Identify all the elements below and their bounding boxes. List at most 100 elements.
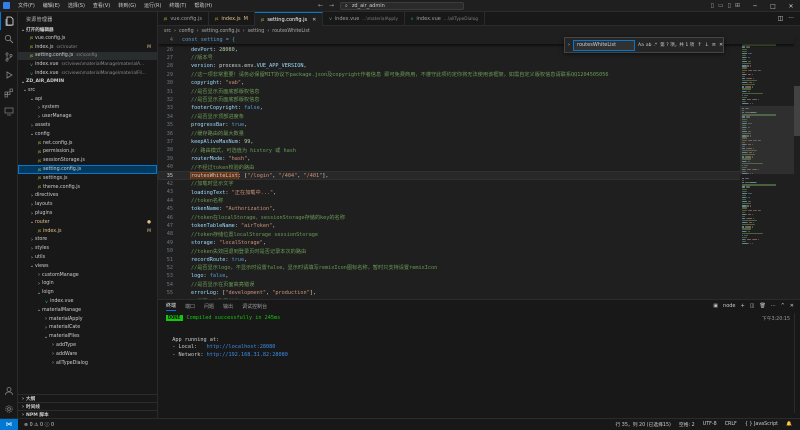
menu-item[interactable]: 帮助(H) (194, 2, 212, 9)
settings-gear-icon[interactable] (0, 400, 18, 418)
split-terminal-icon[interactable]: ◫ (750, 303, 755, 309)
tree-item[interactable]: › addType (18, 341, 157, 350)
maximize-icon[interactable]: □ (764, 0, 782, 12)
tree-item[interactable]: ⌄ materialFiles (18, 332, 157, 341)
tree-item[interactable]: › directives (18, 192, 157, 201)
code-line[interactable]: 44 //token名称 (158, 197, 794, 205)
tree-item[interactable]: JS settings.js (18, 174, 157, 183)
code-line[interactable]: 33 footerCopyright: false, (158, 104, 794, 112)
customize-layout-icon[interactable]: ⊞ (735, 2, 740, 9)
tree-item[interactable]: ⌄ loign (18, 288, 157, 297)
tree-item[interactable]: › materialCate (18, 324, 157, 333)
tree-item[interactable]: ⌄ router ● (18, 218, 157, 227)
toggle-panel-icon[interactable]: ▭ (718, 2, 724, 9)
tree-item[interactable]: › layouts (18, 200, 157, 209)
panel-tab[interactable]: 问题 (204, 303, 214, 310)
tree-item[interactable]: JS permission.js (18, 148, 157, 157)
editor-tab[interactable]: Vindex.vue ...\materialApply (323, 12, 405, 26)
find-option-toggle[interactable]: .* (653, 43, 657, 48)
tree-item[interactable]: › materialApply (18, 315, 157, 324)
editor-scrollbar[interactable] (794, 86, 800, 136)
editor-tab[interactable]: Vindex.vue ...\allTypeDialog (405, 12, 485, 26)
indentation[interactable]: 空格: 2 (679, 421, 695, 428)
code-line[interactable]: 35 routesWhiteList: ["/login", "/404", "/… (158, 171, 794, 180)
collapsed-section-header[interactable]: › NPM 脚本 (18, 410, 157, 418)
code-line[interactable]: 28 version: process.env.VUE_APP_VERSION, (158, 62, 794, 70)
end-of-line[interactable]: CRLF (725, 422, 737, 427)
menu-item[interactable]: 转到(G) (118, 2, 136, 9)
menu-item[interactable]: 编辑(E) (43, 2, 60, 9)
code-line[interactable]: 40 //不经过token校验的路由 (158, 163, 794, 171)
minimize-icon[interactable]: ─ (746, 0, 764, 12)
explorer-icon[interactable] (0, 12, 18, 30)
tree-item[interactable]: › addWare (18, 350, 157, 359)
code-line[interactable]: 32 //是否显示页面底部版权信息 (158, 96, 794, 104)
notifications-bell-icon[interactable]: 🔔 (786, 422, 792, 427)
collapsed-section-header[interactable]: › 时间线 (18, 402, 157, 410)
open-editor-item[interactable]: Vindex.vue src\views\materialManage\mater… (18, 60, 157, 69)
tree-item[interactable]: › styles (18, 244, 157, 253)
source-control-icon[interactable] (0, 48, 18, 66)
find-in-selection-icon[interactable]: ≡ (712, 42, 716, 48)
tree-item[interactable]: ⌄ materialManage (18, 306, 157, 315)
run-debug-icon[interactable] (0, 66, 18, 84)
more-actions-icon[interactable]: ··· (771, 303, 776, 309)
tree-item[interactable]: Vindex.vue (18, 297, 157, 306)
editor-tab[interactable]: JS setting.config.js ✕ (254, 12, 324, 26)
tree-item[interactable]: › utils (18, 253, 157, 262)
command-center[interactable]: ⌕ zd_air_admin (340, 2, 464, 10)
split-editor-icon[interactable]: ◫ (778, 15, 784, 22)
maximize-panel-icon[interactable]: ^ (781, 303, 785, 309)
tree-item[interactable]: › login (18, 280, 157, 289)
open-editors-header[interactable]: ⌄ 打开的编辑器 (18, 26, 157, 34)
tree-item[interactable]: › assets (18, 121, 157, 130)
tree-item[interactable]: JS net.config.js (18, 139, 157, 148)
code-line[interactable]: 42 //加载时显示文字 (158, 180, 794, 188)
problems-indicator[interactable]: ⊗ 0 ⚠ 0 ⓘ 0 (24, 421, 54, 428)
breadcrumb-item[interactable]: setting (248, 29, 265, 34)
code-line[interactable]: 54 //是否显示在页面高亮错误 (158, 281, 794, 289)
code-editor[interactable]: 4 const setting = { 26 devPort: 28080, 27 /… (158, 36, 800, 299)
remote-explorer-icon[interactable] (0, 102, 18, 120)
tree-item[interactable]: › store (18, 236, 157, 245)
breadcrumb-item[interactable]: setting.config.js (202, 29, 240, 34)
toggle-replace-icon[interactable]: › (568, 42, 570, 48)
new-terminal-icon[interactable]: + (741, 303, 745, 309)
open-editor-item[interactable]: JS index.js src\router M (18, 43, 157, 52)
tree-item[interactable]: ⌄ views (18, 262, 157, 271)
tree-item[interactable]: ⌄ src (18, 86, 157, 95)
open-editor-item[interactable]: Vindex.vue src\views\materialManage\mater… (18, 69, 157, 78)
terminal-output[interactable]: DONE Compiled successfully in 245ms App r… (166, 314, 756, 418)
project-header[interactable]: ⌄ ZD_AIR_ADMIN (18, 78, 157, 86)
menu-item[interactable]: 文件(F) (18, 2, 35, 9)
encoding[interactable]: UTF-8 (703, 422, 717, 427)
minimap-viewport[interactable] (740, 106, 794, 174)
find-option-toggle[interactable]: ab (646, 43, 652, 48)
tree-item[interactable]: JS sessionStorage.js (18, 156, 157, 165)
tree-item[interactable]: › customManage (18, 271, 157, 280)
open-editor-item[interactable]: JS vue.config.js (18, 34, 157, 43)
code-line[interactable]: 39 routerMode: "hash", (158, 155, 794, 163)
remote-indicator-icon[interactable]: ⋈ (0, 418, 18, 430)
open-editor-item[interactable]: JS setting.config.js src\config (18, 51, 157, 61)
close-find-icon[interactable]: ✕ (719, 42, 723, 48)
tree-item[interactable]: › allTypeDialog (18, 359, 157, 368)
cursor-position[interactable]: 行 35，列 20 (已选择15) (615, 421, 670, 428)
breadcrumb-item[interactable]: routesWhiteList (272, 29, 310, 34)
code-line[interactable]: 51 recordRoute: true, (158, 255, 794, 263)
account-icon[interactable] (0, 382, 18, 400)
tree-item[interactable]: › userManage (18, 112, 157, 121)
code-line[interactable]: 35 progressBar: true, (158, 121, 794, 129)
code-line[interactable]: 31 //是否显示页面底部版权信息 (158, 87, 794, 96)
tree-item[interactable]: ⌄ api (18, 95, 157, 104)
code-line[interactable]: 29 //这一项非常重要！请务必保留MIT协议下package.json及copy… (158, 71, 794, 79)
tree-item[interactable]: › plugins (18, 209, 157, 218)
tree-item[interactable]: › system (18, 104, 157, 113)
close-tab-icon[interactable]: ✕ (312, 17, 316, 23)
minimap[interactable] (740, 36, 794, 299)
code-line[interactable]: 43 loadingText: "正在加载中...", (158, 188, 794, 196)
tree-item[interactable]: JS theme.config.js (18, 183, 157, 192)
back-arrow-icon[interactable]: ← (318, 2, 323, 9)
panel-tab[interactable]: 调试控制台 (242, 303, 267, 310)
server-url-link[interactable]: http://192.168.31.82:28080 (207, 352, 288, 358)
